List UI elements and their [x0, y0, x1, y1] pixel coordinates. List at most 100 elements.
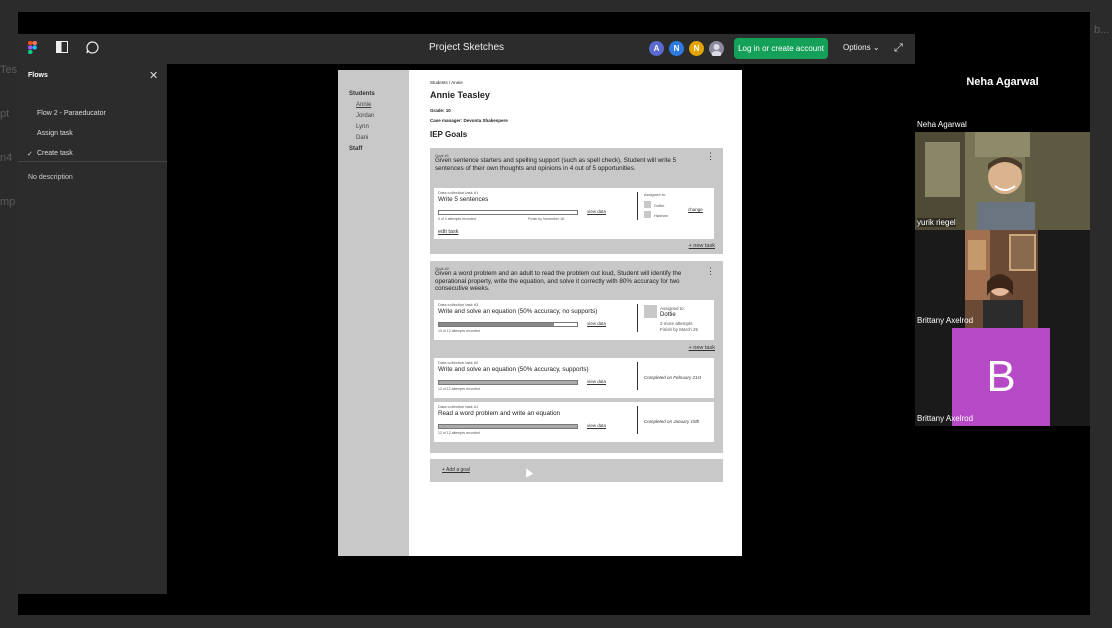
student-name: Annie Teasley	[430, 90, 490, 100]
goal-card: Goal #2 Given a word problem and an adul…	[430, 261, 723, 453]
task-name: Read a word problem and write an equatio…	[438, 410, 561, 417]
login-button[interactable]: Log in or create account	[734, 38, 828, 59]
attempts-text: 10 of 12 attempts recorded	[438, 329, 480, 333]
grade-text: Grade: 10	[430, 108, 451, 113]
staff-heading[interactable]: Staff	[349, 146, 362, 152]
participant-name: Brittany Axelrod	[917, 414, 974, 423]
task-name: Write 5 sentences	[438, 196, 489, 203]
background-text: Tes	[0, 64, 18, 76]
flow-item-label: Create task	[37, 150, 73, 157]
students-heading[interactable]: Students	[349, 91, 375, 97]
view-data-link[interactable]: view data	[587, 321, 606, 326]
change-link[interactable]: change	[688, 207, 703, 212]
participant-name: yurik riegel	[917, 218, 956, 227]
new-task-link[interactable]: + new task	[689, 243, 715, 249]
avatar	[644, 211, 651, 218]
flow-item[interactable]: Assign task	[37, 130, 73, 137]
divider	[637, 406, 638, 434]
collaborator-avatar[interactable]: A	[649, 41, 664, 56]
avatar	[644, 201, 651, 208]
progress-bar	[438, 210, 578, 215]
attempts-text: 12 of 12 attempts recorded	[438, 387, 480, 391]
assignee-name: Hadrian	[654, 213, 669, 218]
options-menu[interactable]: Options ⌄	[843, 43, 880, 52]
progress-fill	[439, 323, 554, 326]
view-data-link[interactable]: view data	[587, 423, 606, 428]
completed-text: Completed on January 15th	[644, 419, 700, 424]
divider	[18, 161, 167, 162]
goal-text: Given a word problem and an adult to rea…	[435, 270, 682, 292]
student-link-dani[interactable]: Dani	[356, 135, 368, 141]
progress-bar	[438, 322, 578, 327]
background-text: pt	[0, 108, 10, 120]
participant-name: Neha Agarwal	[917, 120, 967, 129]
flow-item-selected[interactable]: ✓ Create task	[27, 150, 73, 158]
more-options-icon[interactable]: ⋮	[706, 152, 715, 161]
collaborator-avatar[interactable]: N	[669, 41, 684, 56]
participant-video	[915, 132, 1090, 230]
fullscreen-icon[interactable]: ⤢	[894, 42, 903, 55]
screen-share-stage: Project Sketches A N N Log in or create …	[18, 12, 1090, 615]
participant-video	[965, 230, 1038, 328]
participant-name: Brittany Axelrod	[917, 316, 974, 325]
active-speaker-name: Neha Agarwal	[966, 76, 1039, 88]
flows-panel: Flows ✕ Flow 2 - Paraeducator Assign tas…	[18, 64, 167, 594]
check-icon: ✓	[27, 151, 33, 158]
progress-fill	[439, 425, 577, 428]
figma-toolbar: Project Sketches A N N Log in or create …	[18, 34, 915, 64]
completed-text: Completed on February 21st	[644, 375, 702, 380]
video-call-panel: Neha Agarwal Neha Agarwal yurik riegel B…	[915, 34, 1090, 426]
collaborator-avatar[interactable]: N	[689, 41, 704, 56]
assignee-name: Dottie	[660, 312, 676, 318]
task-card[interactable]: Data collection task #2 Write and solve …	[434, 358, 714, 398]
divider	[637, 362, 638, 390]
more-attempts-text: 2 more attempts	[660, 321, 693, 326]
finish-date: Finish by March 25	[660, 327, 699, 332]
task-name: Write and solve an equation (50% accurac…	[438, 308, 598, 315]
background-text: mp	[0, 196, 16, 208]
student-link-annie[interactable]: Annie	[356, 102, 371, 108]
divider	[637, 192, 638, 220]
active-speaker-tile: Neha Agarwal	[915, 34, 1090, 132]
background-text: b...	[1094, 24, 1110, 36]
assignee-name: Dottie	[654, 203, 665, 208]
avatar	[644, 305, 657, 318]
add-goal-link[interactable]: + Add a goal	[442, 467, 470, 473]
edit-task-link[interactable]: edit task	[438, 229, 458, 235]
view-data-link[interactable]: view data	[587, 379, 606, 384]
goal-card: Goal #1 Given sentence starters and spel…	[430, 148, 723, 254]
task-label: Data collection task #3	[438, 302, 479, 307]
add-goal-card[interactable]: + Add a goal	[430, 459, 723, 482]
assigned-to-label: Assigned to:	[660, 306, 685, 311]
finish-date: Finish by November 18	[528, 217, 564, 221]
case-manager-text: Case manager: Devonta Shakespere	[430, 118, 508, 123]
breadcrumb[interactable]: Students / Annie	[430, 80, 463, 85]
task-card[interactable]: Data collection task #1 Write 5 sentence…	[434, 188, 714, 239]
attempts-text: 12 of 12 attempts recorded	[438, 431, 480, 435]
participant-avatar: B	[952, 328, 1050, 426]
prototype-frame[interactable]: Students Annie Jordan Lynn Dani Staff St…	[338, 70, 742, 556]
more-options-icon[interactable]: ⋮	[706, 267, 715, 276]
anonymous-user-icon[interactable]	[709, 41, 724, 57]
flow-item[interactable]: Flow 2 - Paraeducator	[37, 110, 106, 117]
task-name: Write and solve an equation (50% accurac…	[438, 366, 589, 373]
close-icon[interactable]: ✕	[149, 69, 158, 82]
assigned-to-label: Assigned to:	[644, 192, 667, 197]
flow-description: No description	[28, 174, 73, 181]
new-task-link[interactable]: + new task	[689, 345, 715, 351]
student-link-lynn[interactable]: Lynn	[356, 124, 369, 130]
prototype-canvas[interactable]: Students Annie Jordan Lynn Dani Staff St…	[167, 64, 915, 594]
progress-fill	[439, 381, 577, 384]
task-card[interactable]: Data collection task #1 Read a word prob…	[434, 402, 714, 442]
task-card[interactable]: Data collection task #3 Write and solve …	[434, 300, 714, 340]
flows-title: Flows	[28, 72, 48, 79]
background-text: n4	[0, 152, 13, 164]
task-label: Data collection task #1	[438, 404, 479, 409]
progress-bar	[438, 380, 578, 385]
task-label: Data collection task #1	[438, 190, 479, 195]
iep-goals-heading: IEP Goals	[430, 130, 468, 139]
task-label: Data collection task #2	[438, 360, 479, 365]
view-data-link[interactable]: view data	[587, 209, 606, 214]
student-link-jordan[interactable]: Jordan	[356, 113, 374, 119]
chevron-down-icon: ⌄	[872, 43, 880, 52]
